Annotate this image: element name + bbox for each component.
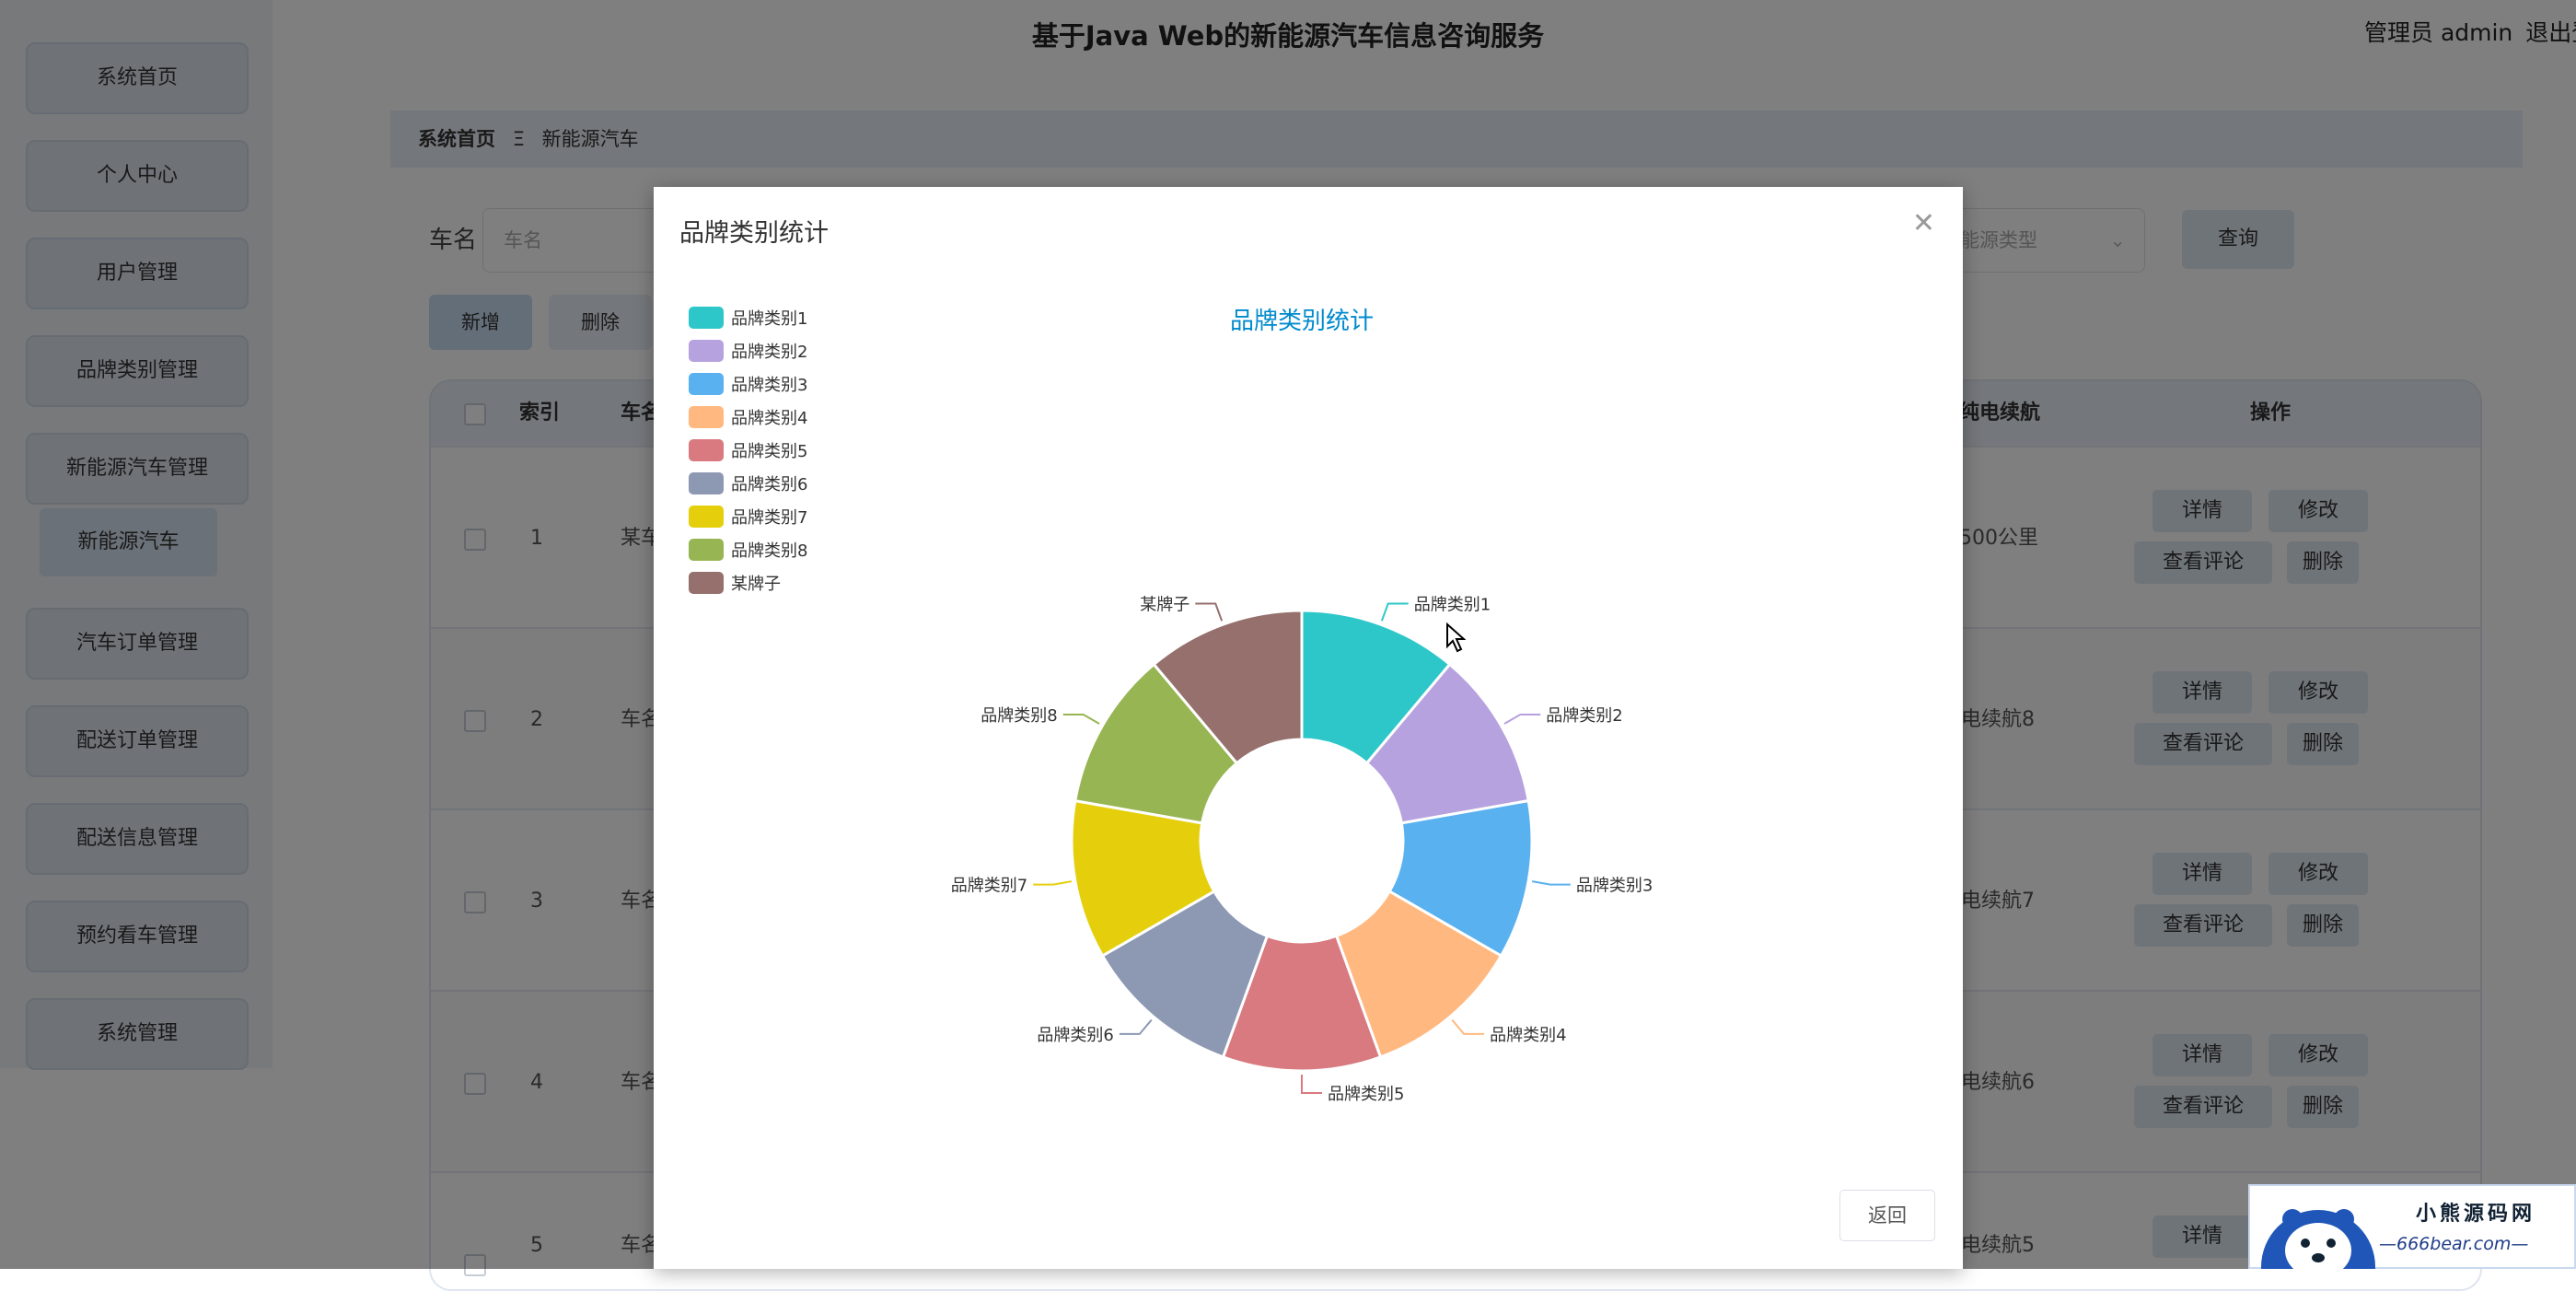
slice-label: 品牌类别1 [1414, 596, 1491, 615]
watermark-bottom-text: —666bear.com— [2379, 1234, 2529, 1254]
label-leader-line [1195, 602, 1224, 622]
legend-label[interactable]: 品牌类别5 [731, 442, 807, 461]
legend-label[interactable]: 品牌类别1 [731, 309, 807, 329]
watermark-top-text: 小熊源码网 [2416, 1203, 2536, 1226]
brand-stats-dialog: 品牌类别统计 ✕ 品牌类别统计 品牌类别1 品牌类别2 品牌类别3 品牌类别4 品牌类别… [654, 187, 1963, 1269]
label-leader-line [1531, 880, 1571, 886]
page: 基于Java Web的新能源汽车信息咨询服务 管理员 admin退出登录 系统首… [0, 0, 2576, 1291]
chart-title: 品牌类别统计 [1230, 308, 1374, 335]
legend-swatch[interactable] [689, 539, 724, 561]
legend-swatch[interactable] [689, 572, 724, 594]
label-leader-line [1451, 1018, 1485, 1035]
label-leader-line [1301, 1075, 1322, 1094]
legend-swatch[interactable] [689, 307, 724, 329]
slice-label: 品牌类别5 [1328, 1085, 1404, 1104]
legend-label[interactable]: 品牌类别2 [731, 343, 807, 362]
slice-label: 品牌类别8 [981, 706, 1057, 726]
watermark-logo: 小熊源码网 —666bear.com— [2248, 1184, 2576, 1269]
legend-swatch[interactable] [689, 506, 724, 528]
slice-label: 品牌类别7 [951, 877, 1027, 896]
slice-label: 某牌子 [1140, 596, 1189, 615]
legend-label[interactable]: 品牌类别7 [731, 508, 807, 528]
legend-label[interactable]: 品牌类别6 [731, 475, 807, 494]
slice-label: 品牌类别3 [1576, 877, 1653, 896]
legend-label[interactable]: 某牌子 [731, 575, 781, 594]
label-leader-line [1062, 714, 1100, 725]
label-leader-line [1380, 602, 1409, 622]
label-leader-line [1119, 1018, 1153, 1035]
legend-label[interactable]: 品牌类别8 [731, 541, 807, 561]
slice-label: 品牌类别4 [1490, 1026, 1566, 1045]
chart-legend: 品牌类别1 品牌类别2 品牌类别3 品牌类别4 品牌类别5 品牌类别6 品牌类别7 品牌类别8… [689, 307, 807, 594]
legend-swatch[interactable] [689, 472, 724, 494]
legend-swatch[interactable] [689, 406, 724, 428]
bear-logo-icon [2261, 1209, 2375, 1269]
slice-label: 品牌类别2 [1546, 706, 1622, 726]
pie-chart: 品牌类别统计 品牌类别1品牌类别2品牌类别3品牌类别4品牌类别5品牌类别6品牌类… [689, 307, 1653, 1104]
return-button[interactable]: 返回 [1839, 1190, 1935, 1241]
legend-swatch[interactable] [689, 373, 724, 395]
legend-label[interactable]: 品牌类别4 [731, 409, 807, 428]
legend-swatch[interactable] [689, 439, 724, 461]
chart-slices [1070, 609, 1534, 1073]
label-leader-line [1033, 880, 1073, 886]
mouse-cursor-icon [1445, 622, 1467, 657]
legend-swatch[interactable] [689, 340, 724, 362]
slice-label: 品牌类别6 [1037, 1026, 1113, 1045]
label-leader-line [1503, 714, 1541, 725]
legend-label[interactable]: 品牌类别3 [731, 376, 807, 395]
